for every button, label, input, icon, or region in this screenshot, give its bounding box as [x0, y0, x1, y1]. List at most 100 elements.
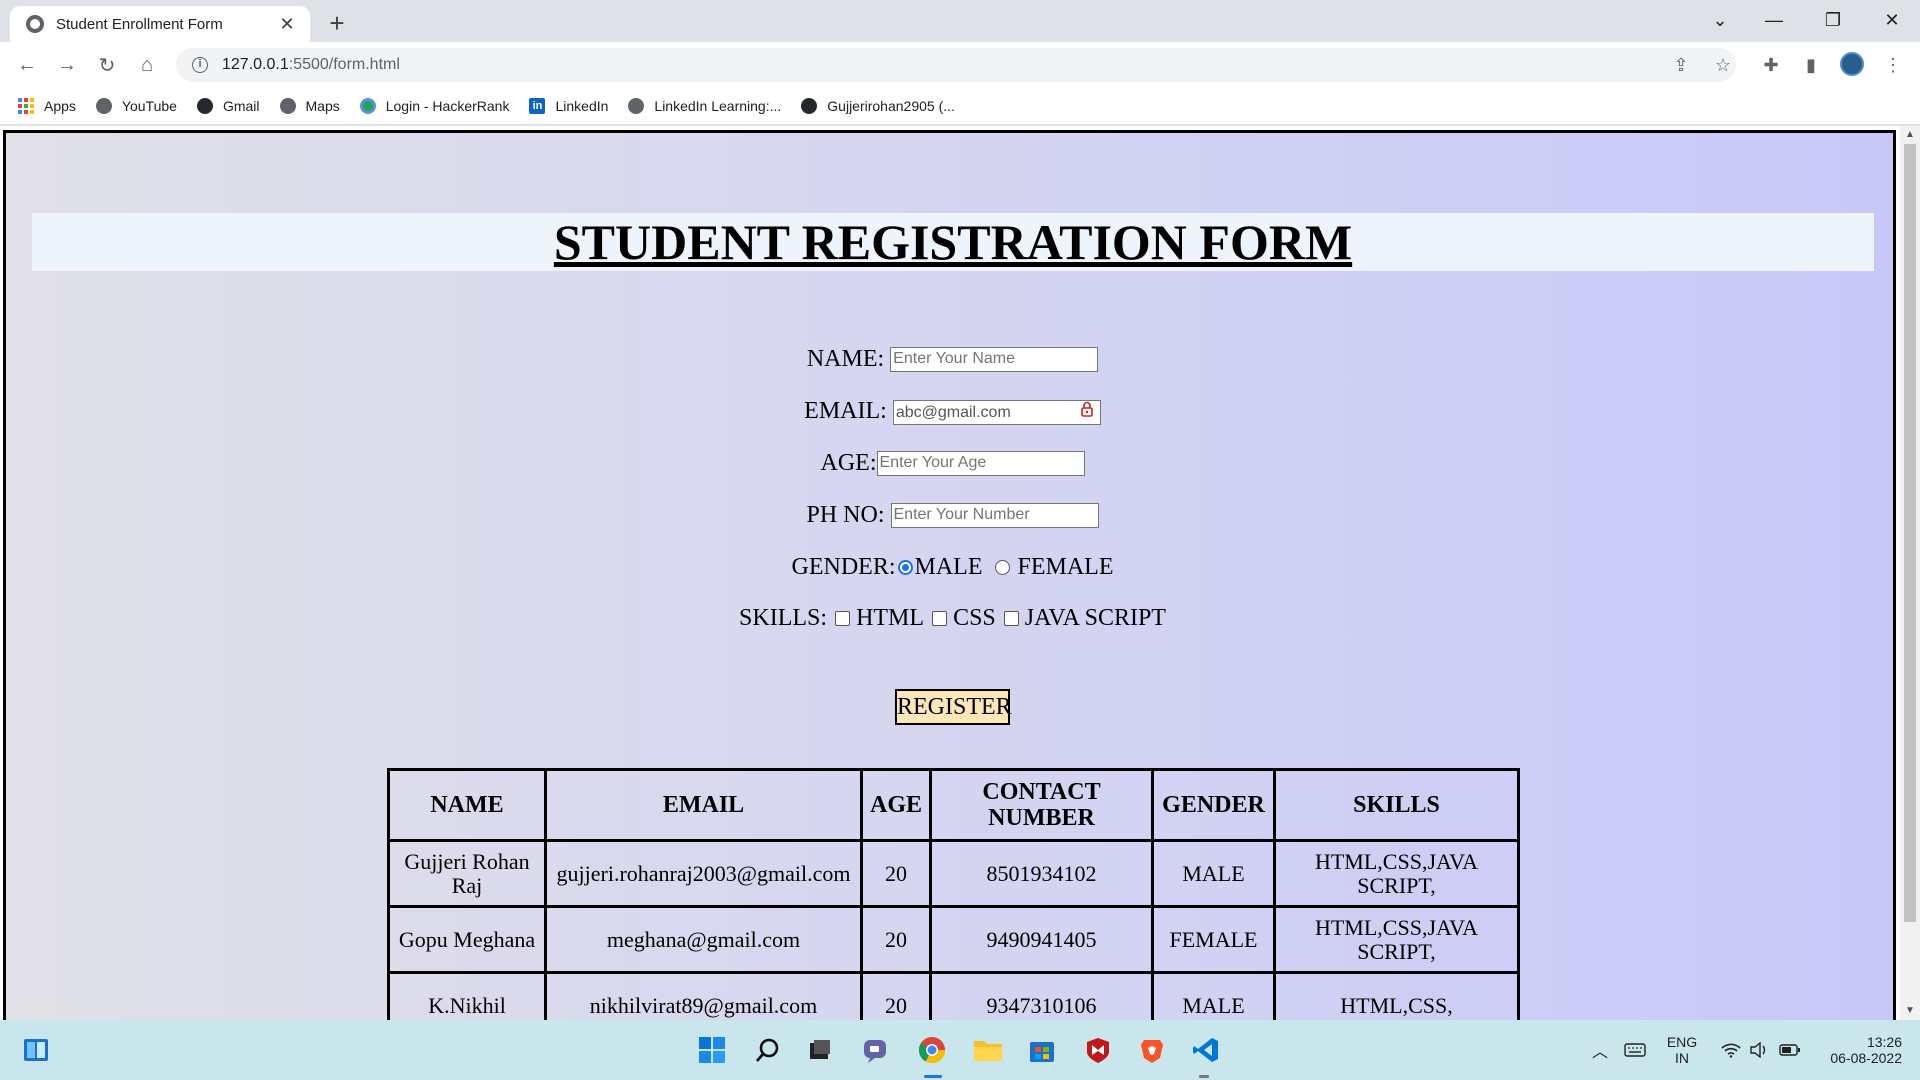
keyboard-icon[interactable]: [1620, 1020, 1650, 1080]
globe-icon: [279, 98, 296, 114]
cell-age: 20: [860, 839, 932, 908]
email-field-wrap: [892, 397, 1101, 426]
reload-button[interactable]: ↻: [92, 50, 122, 80]
side-panel-icon[interactable]: ▮: [1796, 48, 1826, 82]
new-tab-button[interactable]: +: [322, 8, 352, 39]
cell-email: gujjeri.rohanraj2003@gmail.com: [544, 839, 863, 908]
home-button[interactable]: ⌂: [132, 50, 162, 80]
wifi-icon[interactable]: [1716, 1020, 1746, 1080]
skill-js-label: JAVA SCRIPT: [1024, 604, 1166, 631]
tab-title: Student Enrollment Form: [56, 15, 223, 33]
bookmark-hackerrank[interactable]: Login - HackerRank: [359, 98, 509, 114]
mcafee-icon[interactable]: [1082, 1034, 1114, 1066]
start-icon[interactable]: [696, 1034, 728, 1066]
window-close-button[interactable]: ✕: [1864, 0, 1920, 40]
cell-contact: 9347310106: [929, 971, 1154, 1020]
address-bar[interactable]: i 127.0.0.1:5500/form.html: [176, 48, 1736, 82]
bookmark-maps[interactable]: Maps: [279, 98, 340, 114]
task-view-icon[interactable]: [804, 1034, 836, 1066]
clock-date: 06-08-2022: [1830, 1050, 1902, 1066]
register-button[interactable]: REGISTER: [895, 689, 1012, 725]
chrome-icon[interactable]: [916, 1034, 948, 1066]
gender-male-label: MALE: [914, 553, 983, 580]
github-icon: [196, 98, 213, 114]
cell-skills: HTML,CSS,: [1273, 971, 1520, 1020]
name-row: NAME:: [6, 344, 1899, 374]
cell-gender: MALE: [1151, 839, 1276, 908]
page-title: STUDENT REGISTRATION FORM: [553, 214, 1353, 270]
site-info-icon[interactable]: i: [192, 57, 208, 73]
restore-button[interactable]: ❐: [1805, 0, 1861, 40]
gender-male-radio[interactable]: [897, 559, 913, 575]
vertical-scrollbar[interactable]: ▲ ▼: [1900, 126, 1920, 1020]
email-label: EMAIL:: [804, 397, 887, 424]
clock-time: 13:26: [1866, 1034, 1902, 1050]
bookmark-gmail[interactable]: Gmail: [196, 98, 260, 114]
skill-css-checkbox[interactable]: [932, 610, 948, 626]
bookmark-linkedin-learning[interactable]: LinkedIn Learning:...: [628, 98, 781, 114]
taskbar: ︿ ENG IN 13:26 06-08-2022: [0, 1020, 1920, 1080]
password-manager-lock-icon[interactable]: [1081, 401, 1093, 417]
language-indicator[interactable]: ENG IN: [1660, 1020, 1704, 1080]
clock[interactable]: 13:26 06-08-2022: [1810, 1020, 1910, 1080]
skill-js-checkbox[interactable]: [1003, 610, 1019, 626]
cell-age: 20: [860, 905, 932, 974]
bookmark-apps[interactable]: Apps: [18, 98, 76, 114]
phone-label: PH NO:: [806, 501, 885, 528]
browser-toolbar: ← → ↻ ⌂ i 127.0.0.1:5500/form.html ⇪ ☆ ✚…: [0, 42, 1920, 88]
gender-female-radio[interactable]: [994, 559, 1010, 575]
tab-search-icon[interactable]: ⌄: [1692, 0, 1748, 40]
vscode-icon[interactable]: [1190, 1034, 1222, 1066]
minimize-button[interactable]: —: [1746, 0, 1802, 40]
brave-icon[interactable]: [1136, 1034, 1168, 1066]
hackerrank-icon: [359, 98, 376, 114]
show-hidden-icons-icon[interactable]: ︿: [1588, 1020, 1612, 1080]
bookmark-youtube[interactable]: YouTube: [95, 98, 177, 114]
email-input[interactable]: [892, 400, 1101, 426]
ms-store-icon[interactable]: [1026, 1034, 1058, 1066]
running-app-indicator: [1199, 1075, 1209, 1078]
menu-icon[interactable]: ⋮: [1878, 48, 1908, 82]
gender-row: GENDER: MALE FEMALE: [6, 552, 1899, 582]
share-icon[interactable]: ⇪: [1666, 48, 1696, 82]
apps-grid-icon: [18, 98, 34, 114]
linkedin-icon: in: [529, 98, 546, 114]
scroll-down-arrow-icon[interactable]: ▼: [1900, 1002, 1920, 1020]
bookmark-star-icon[interactable]: ☆: [1708, 48, 1738, 82]
skills-row: SKILLS: HTML CSS JAVA SCRIPT: [6, 603, 1899, 633]
name-label: NAME:: [806, 345, 885, 372]
cell-email: nikhilvirat89@gmail.com: [544, 971, 863, 1020]
cell-skills: HTML,CSS,JAVA SCRIPT,: [1273, 905, 1520, 974]
tab-student-enrollment[interactable]: Student Enrollment Form ✕: [10, 6, 310, 42]
extensions-icon[interactable]: ✚: [1756, 48, 1786, 82]
url-text: 127.0.0.1:5500/form.html: [222, 56, 400, 73]
battery-icon[interactable]: [1774, 1020, 1806, 1080]
close-tab-icon[interactable]: ✕: [276, 14, 298, 35]
skill-html-label: HTML: [856, 604, 925, 631]
widgets-icon[interactable]: [20, 1034, 52, 1066]
cell-age: 20: [860, 971, 932, 1020]
profile-avatar[interactable]: [1840, 52, 1864, 76]
forward-button[interactable]: →: [52, 50, 82, 80]
skill-html-checkbox[interactable]: [835, 610, 851, 626]
globe-icon: [628, 98, 645, 114]
age-input[interactable]: [876, 450, 1085, 476]
scroll-up-arrow-icon[interactable]: ▲: [1900, 126, 1920, 144]
name-input[interactable]: [890, 346, 1099, 372]
phone-input[interactable]: [890, 502, 1099, 528]
bookmark-linkedin[interactable]: in LinkedIn: [529, 98, 608, 114]
scrollbar-thumb[interactable]: [1904, 144, 1916, 922]
bookmark-github-profile[interactable]: Gujjerirohan2905 (...: [801, 98, 955, 114]
volume-icon[interactable]: [1744, 1020, 1774, 1080]
skills-label: SKILLS:: [739, 604, 828, 631]
github-icon: [801, 98, 818, 114]
age-row: AGE:: [6, 448, 1899, 478]
heading-banner: STUDENT REGISTRATION FORM: [32, 213, 1874, 271]
column-header: GENDER: [1151, 768, 1276, 842]
table-row: K.Nikhil nikhilvirat89@gmail.com 20 9347…: [387, 971, 1520, 1020]
teams-chat-icon[interactable]: [860, 1034, 892, 1066]
search-icon[interactable]: [752, 1034, 784, 1066]
back-button[interactable]: ←: [12, 50, 42, 80]
file-explorer-icon[interactable]: [972, 1034, 1004, 1066]
email-row: EMAIL:: [6, 396, 1899, 426]
